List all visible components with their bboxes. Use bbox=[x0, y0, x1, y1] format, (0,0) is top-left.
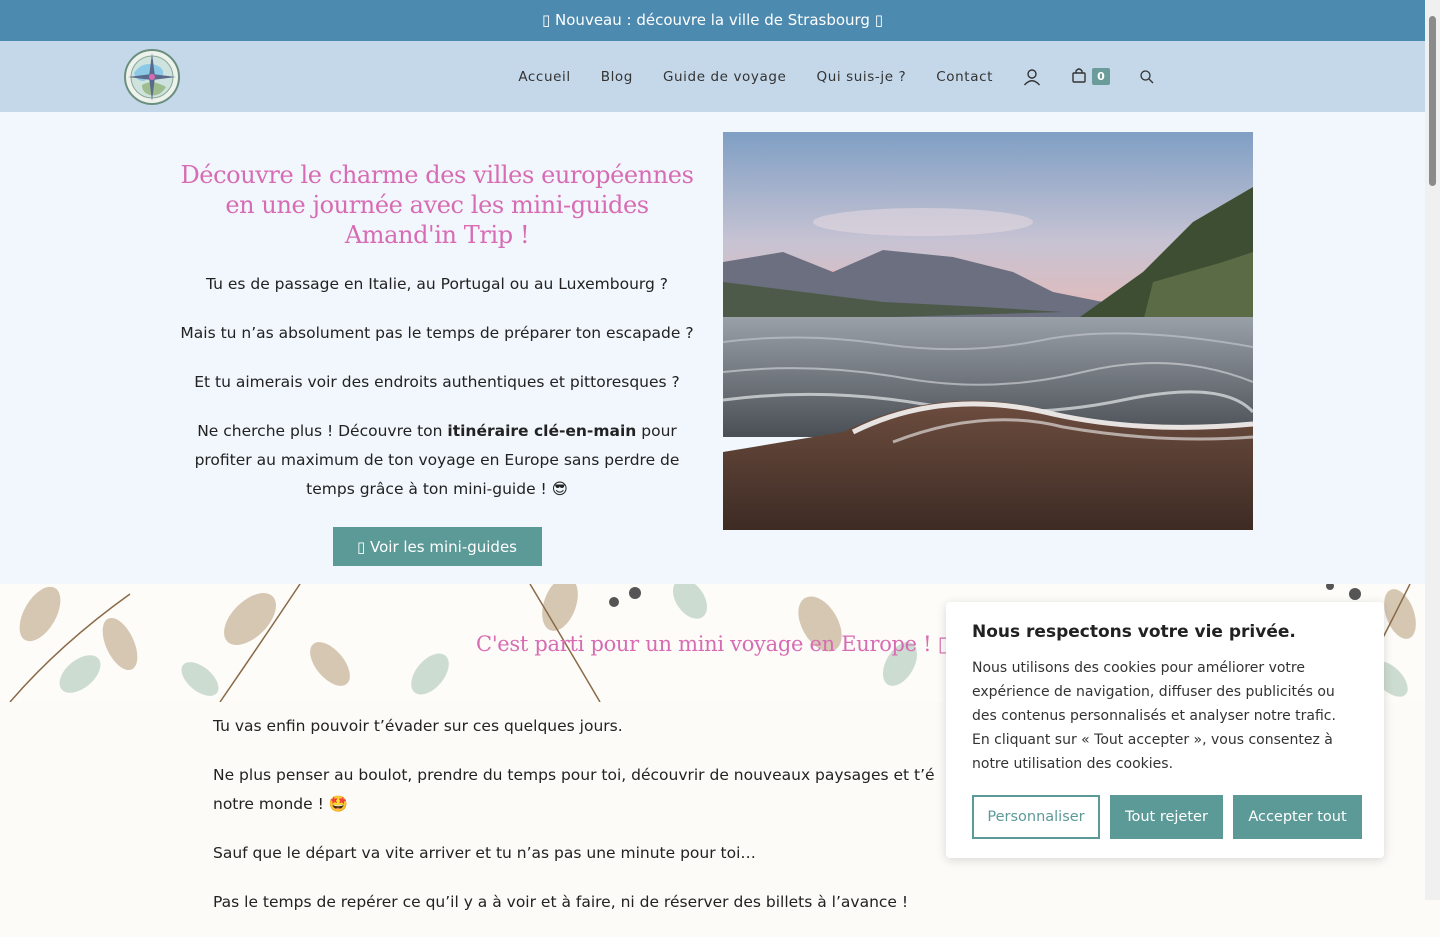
hero-p4-start: Ne cherche plus ! Découvre ton bbox=[197, 422, 448, 440]
view-mini-guides-button[interactable]: ▯ Voir les mini-guides bbox=[332, 527, 542, 566]
hero-lake-photo bbox=[723, 132, 1253, 530]
hero-text-block: Découvre le charme des villes européenne… bbox=[172, 160, 702, 566]
hero-paragraph-4: Ne cherche plus ! Découvre ton itinérair… bbox=[172, 417, 702, 504]
content-p2-line1: Ne plus penser au boulot, prendre du tem… bbox=[213, 766, 935, 784]
page-scrollbar[interactable] bbox=[1425, 0, 1440, 900]
site-header: Accueil Blog Guide de voyage Qui suis-je… bbox=[0, 41, 1425, 112]
cart-icon bbox=[1071, 67, 1087, 87]
user-icon[interactable] bbox=[1023, 68, 1041, 86]
cookie-buttons: Personnaliser Tout rejeter Accepter tout bbox=[972, 795, 1362, 839]
site-logo[interactable] bbox=[122, 47, 182, 107]
nav-accueil[interactable]: Accueil bbox=[518, 69, 570, 85]
hero-p4-bold: itinéraire clé-en-main bbox=[447, 422, 637, 440]
cookie-text: Nous utilisons des cookies pour améliore… bbox=[972, 660, 1336, 772]
hero-paragraph-1: Tu es de passage en Italie, au Portugal … bbox=[205, 275, 669, 293]
cookie-consent-dialog: Nous respectons votre vie privée. Nous u… bbox=[946, 602, 1384, 858]
hero-paragraph-2: Mais tu n’as absolument pas le temps de … bbox=[180, 324, 694, 342]
nav-qui-suis-je[interactable]: Qui suis-je ? bbox=[816, 69, 906, 85]
cookie-title: Nous respectons votre vie privée. bbox=[972, 622, 1296, 642]
announcement-bar[interactable]: ▯ Nouveau : découvre la ville de Strasbo… bbox=[0, 0, 1425, 41]
nav-guide-de-voyage[interactable]: Guide de voyage bbox=[663, 69, 787, 85]
content-p2-line2: notre monde ! 🤩 bbox=[213, 795, 349, 813]
scrollbar-thumb[interactable] bbox=[1429, 16, 1436, 186]
accept-all-button[interactable]: Accepter tout bbox=[1233, 795, 1362, 839]
nav-contact[interactable]: Contact bbox=[936, 69, 993, 85]
hero-section: Découvre le charme des villes européenne… bbox=[0, 112, 1425, 584]
cart-count-badge: 0 bbox=[1092, 68, 1110, 85]
hero-title: Découvre le charme des villes européenne… bbox=[180, 161, 694, 249]
hero-paragraph-3: Et tu aimerais voir des endroits authent… bbox=[194, 373, 680, 391]
cart-button[interactable]: 0 bbox=[1071, 67, 1110, 87]
nav-blog[interactable]: Blog bbox=[601, 69, 633, 85]
reject-all-button[interactable]: Tout rejeter bbox=[1110, 795, 1223, 839]
customize-cookies-button[interactable]: Personnaliser bbox=[972, 795, 1100, 839]
search-icon[interactable] bbox=[1140, 69, 1154, 84]
main-nav: Accueil Blog Guide de voyage Qui suis-je… bbox=[488, 41, 1154, 112]
content-paragraph-4: Pas le temps de repérer ce qu’il y a à v… bbox=[213, 893, 909, 911]
